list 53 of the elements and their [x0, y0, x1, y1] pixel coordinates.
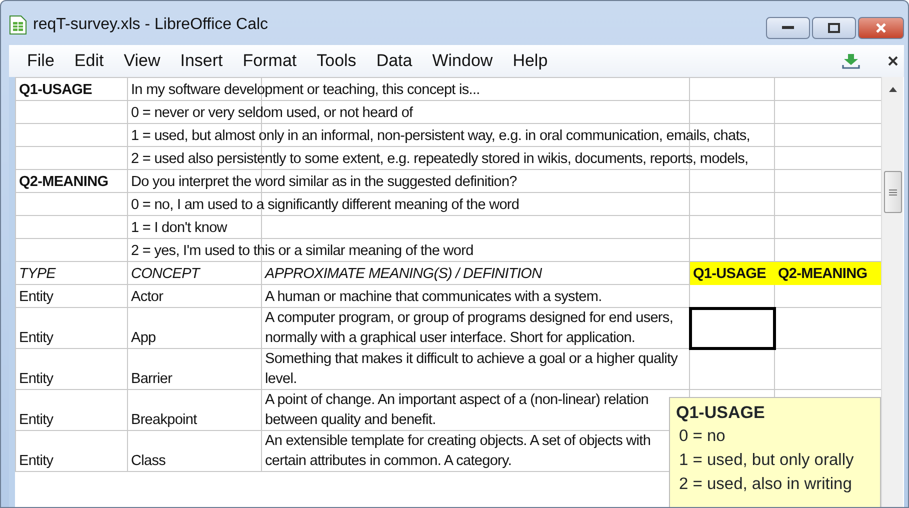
close-button[interactable] [858, 17, 904, 39]
table-cell: Entity [16, 348, 128, 390]
cell-text: In my software development or teaching, this concept is... [131, 82, 480, 98]
table-cell: A human or machine that communicates with a system. [262, 284, 690, 308]
cell-text: Do you interpret the word similar as in the suggested definition? [131, 174, 517, 190]
maximize-icon [828, 23, 840, 33]
download-icon[interactable] [842, 53, 860, 69]
column-header: Q2-MEANING [774, 262, 881, 284]
comment-line: 0 = no [678, 426, 726, 447]
comment-line: 1 = used, but only orally [678, 450, 855, 471]
scrollbar-thumb[interactable] [884, 171, 902, 213]
column-heading: APPROXIMATE MEANING(S) / DEFINITION [262, 262, 690, 284]
column-heading: TYPE [16, 262, 128, 284]
menu-item[interactable]: Insert [170, 48, 233, 74]
cell-text: 2 = yes, I'm used to this or a similar meaning of the word [131, 243, 474, 259]
menu-item[interactable]: Tools [306, 48, 366, 74]
row-label: Q1-USAGE [16, 78, 128, 100]
cell-text: 2 = used also persistently to some extent, e.g. repeatedly stored in wikis, documents, reports, models, [131, 151, 748, 167]
table-cell: App [128, 308, 262, 348]
cell-text: 0 = no, I am used to a significantly different meaning of the word [131, 197, 520, 213]
menu-item[interactable]: Data [366, 48, 422, 74]
row-label: Q2-MEANING [16, 170, 128, 192]
table-cell: Breakpoint [128, 390, 262, 430]
table-cell: Class [128, 430, 262, 472]
menu-item[interactable]: Edit [64, 48, 114, 74]
column-header: Q1-USAGE [690, 262, 774, 284]
comment-title: Q1-USAGE [676, 402, 766, 424]
menu-item[interactable]: Help [502, 48, 558, 74]
table-cell: Something that makes it difficult to achieve a goal or a higher quality level. [262, 348, 690, 390]
minimize-icon [782, 26, 794, 30]
table-cell: Entity [16, 308, 128, 348]
spreadsheet-icon [9, 15, 27, 35]
menu-item[interactable]: Format [232, 48, 307, 74]
close-icon[interactable] [888, 56, 898, 66]
table-cell: Entity [16, 430, 128, 472]
maximize-button[interactable] [812, 17, 856, 39]
cell-text: 0 = never or very seldom used, or not heard of [131, 105, 413, 121]
table-cell: Actor [128, 284, 262, 308]
column-heading: CONCEPT [128, 262, 262, 284]
close-icon [875, 22, 887, 34]
menu-item[interactable]: File [17, 48, 64, 74]
cell-text: 1 = I don't know [131, 220, 227, 236]
window-title: reqT-survey.xls - LibreOffice Calc [33, 15, 268, 35]
comment-line: 2 = used, also in writing [678, 474, 853, 495]
menu-item[interactable]: Window [422, 48, 503, 74]
cell-text: 1 = used, but almost only in an informal, non-persistent way, e.g. in oral communication, emails, chats, [131, 128, 750, 144]
scroll-up-icon[interactable] [888, 85, 898, 93]
minimize-button[interactable] [766, 17, 810, 39]
table-cell: Entity [16, 390, 128, 430]
table-cell: Entity [16, 284, 128, 308]
table-cell: Barrier [128, 348, 262, 390]
selected-cell[interactable] [690, 308, 774, 348]
menu-item[interactable]: View [114, 48, 170, 74]
